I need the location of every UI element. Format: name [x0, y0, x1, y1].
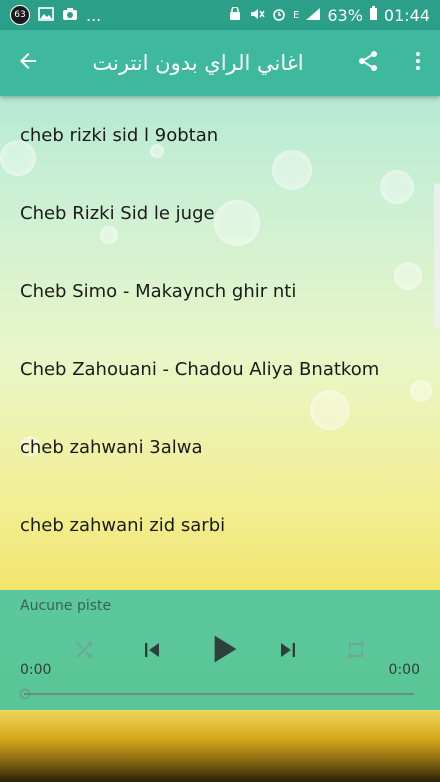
list-item[interactable]: cheb zahwani zid sarbi [0, 486, 440, 564]
battery-icon [369, 5, 378, 25]
more-vert-icon [406, 49, 430, 77]
shuffle-icon [72, 638, 96, 666]
alarm-lock-icon [227, 6, 243, 25]
shuffle-button[interactable] [70, 638, 98, 666]
seek-bar[interactable] [24, 693, 414, 695]
next-button[interactable] [272, 636, 304, 668]
repeat-button[interactable] [342, 638, 370, 666]
share-button[interactable] [340, 35, 396, 91]
song-list: cheb rizki sid l 9obtan Cheb Rizki Sid l… [0, 96, 440, 564]
list-item[interactable]: cheb zahwani 3alwa [0, 408, 440, 486]
signal-icon [305, 6, 321, 25]
list-item[interactable]: Cheb Rizki Sid le juge [0, 174, 440, 252]
elapsed-time: 0:00 [20, 662, 52, 678]
more-notifications-indicator: ... [86, 5, 102, 25]
list-item[interactable]: Cheb Simo - Makaynch ghir nti [0, 252, 440, 330]
overflow-menu-button[interactable] [396, 35, 440, 91]
arrow-back-icon [16, 49, 40, 77]
player-controls [0, 626, 440, 678]
image-notification-icon [38, 6, 54, 25]
alarm-clock-icon [271, 6, 287, 25]
camera-notification-icon [62, 6, 78, 25]
network-type-label: E [293, 9, 300, 21]
seek-thumb[interactable] [20, 689, 30, 699]
notification-count-badge: 63 [10, 5, 30, 25]
app-title: اغاني الراي بدون انترنت [92, 51, 304, 75]
play-button[interactable] [200, 628, 246, 674]
skip-previous-icon [138, 636, 166, 668]
previous-button[interactable] [136, 636, 168, 668]
track-label: Aucune piste [20, 598, 112, 614]
bottom-banner-image [0, 710, 440, 782]
music-player-bar: Aucune piste 0:00 0:00 [0, 590, 440, 710]
back-button[interactable] [0, 35, 56, 91]
duration-time: 0:00 [388, 662, 420, 678]
list-item[interactable]: Cheb Zahouani - Chadou Aliya Bnatkom [0, 330, 440, 408]
list-scrollbar[interactable] [434, 183, 440, 328]
share-icon [356, 49, 380, 77]
play-icon [203, 629, 243, 673]
battery-percent: 63% [327, 5, 363, 25]
mute-icon [249, 6, 265, 25]
status-bar: 63 ... E 63% 01:44 [0, 0, 440, 30]
app-bar: اغاني الراي بدون انترنت [0, 30, 440, 96]
list-item[interactable]: cheb rizki sid l 9obtan [0, 96, 440, 174]
repeat-icon [344, 638, 368, 666]
skip-next-icon [274, 636, 302, 668]
clock-time: 01:44 [383, 5, 430, 25]
